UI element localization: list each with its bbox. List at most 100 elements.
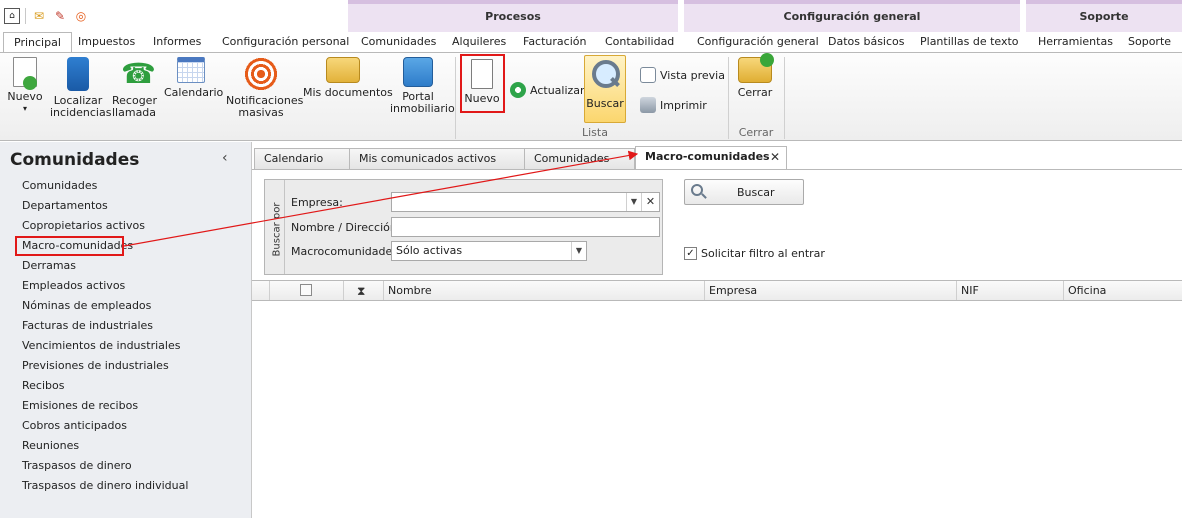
group-label-lista: Lista bbox=[582, 126, 608, 139]
mis-documentos-label: Mis documentos bbox=[303, 86, 393, 99]
tab-herramientas[interactable]: Herramientas bbox=[1038, 32, 1113, 52]
empresa-label: Empresa: bbox=[291, 196, 343, 209]
tab-facturacion[interactable]: Facturación bbox=[523, 32, 586, 52]
notificaciones-masivas-button[interactable]: Notificaciones masivas bbox=[226, 57, 303, 119]
task-icon[interactable]: ✎ bbox=[52, 8, 68, 24]
collapse-icon[interactable]: ‹ bbox=[222, 150, 228, 166]
localizar-label-2: incidencias bbox=[50, 106, 112, 119]
broadcast-icon[interactable]: ◎ bbox=[73, 8, 89, 24]
status-column[interactable]: ⧗ bbox=[344, 281, 384, 300]
sidebar-item[interactable]: Empleados activos bbox=[22, 278, 188, 298]
search-button[interactable]: Buscar bbox=[684, 179, 804, 205]
grid-body[interactable] bbox=[252, 301, 1182, 518]
column-header-nif[interactable]: NIF bbox=[957, 281, 1064, 300]
row-indicator-column bbox=[252, 281, 270, 300]
sidebar-item[interactable]: Traspasos de dinero individual bbox=[22, 478, 188, 498]
clear-icon[interactable]: ✕ bbox=[641, 193, 659, 211]
calendario-button[interactable]: Calendario bbox=[164, 57, 224, 99]
filter-side-label: Buscar por bbox=[271, 202, 283, 257]
recoger-label-2: llamada bbox=[112, 106, 157, 119]
sidebar-item[interactable]: Nóminas de empleados bbox=[22, 298, 188, 318]
tab-soporte[interactable]: Soporte bbox=[1128, 32, 1171, 52]
sidebar-item[interactable]: Vencimientos de industriales bbox=[22, 338, 188, 358]
ribbon-divider bbox=[455, 57, 456, 139]
select-column[interactable] bbox=[270, 281, 344, 300]
notificaciones-label-2: masivas bbox=[238, 106, 284, 119]
empresa-field[interactable]: ▼ ✕ bbox=[391, 192, 660, 212]
divider bbox=[25, 8, 26, 24]
actualizar-button[interactable]: Actualizar bbox=[510, 82, 585, 98]
macrocomunidades-label: Macrocomunidades: bbox=[291, 245, 402, 258]
doc-tab-calendario[interactable]: Calendario bbox=[254, 148, 351, 170]
nuevo-highlight bbox=[460, 54, 505, 113]
imprimir-button[interactable]: Imprimir bbox=[640, 97, 707, 113]
chevron-down-icon: ▾ bbox=[22, 104, 27, 113]
refresh-icon bbox=[510, 82, 526, 98]
sidebar-item[interactable]: Derramas bbox=[22, 258, 188, 278]
sidebar-list: Comunidades Departamentos Copropietarios a… bbox=[22, 178, 188, 498]
tab-plantillas-de-texto[interactable]: Plantillas de texto bbox=[920, 32, 1019, 52]
doc-tab-mis-comunicados[interactable]: Mis comunicados activos bbox=[349, 148, 526, 170]
column-header-nombre[interactable]: Nombre bbox=[384, 281, 705, 300]
recoger-llamada-button[interactable]: Recoger llamada bbox=[112, 57, 157, 119]
doc-tab-macro-label: Macro-comunidades bbox=[645, 150, 770, 163]
new-document-icon bbox=[13, 57, 37, 90]
checkmark-icon[interactable]: ✓ bbox=[684, 247, 697, 260]
buscar-label: Buscar bbox=[586, 97, 624, 110]
sidebar-item[interactable]: Facturas de industriales bbox=[22, 318, 188, 338]
vista-previa-label: Vista previa bbox=[660, 68, 725, 82]
imprimir-label: Imprimir bbox=[660, 98, 707, 112]
chevron-down-icon[interactable]: ▼ bbox=[571, 242, 586, 260]
sidebar-item[interactable]: Comunidades bbox=[22, 178, 188, 198]
localizar-incidencias-button[interactable]: Localizar incidencias bbox=[50, 57, 112, 119]
select-all-checkbox[interactable] bbox=[300, 284, 312, 296]
tab-datos-basicos[interactable]: Datos básicos bbox=[828, 32, 905, 52]
portal-label-2: inmobiliario bbox=[390, 102, 455, 115]
close-folder-icon bbox=[738, 53, 774, 83]
magnifier-icon bbox=[588, 58, 622, 92]
sidebar-item[interactable]: Emisiones de recibos bbox=[22, 398, 188, 418]
buscar-button[interactable]: Buscar bbox=[584, 55, 626, 123]
printer-icon bbox=[640, 97, 656, 113]
portal-inmobiliario-button[interactable]: Portal inmobiliario bbox=[390, 57, 455, 115]
cerrar-label: Cerrar bbox=[737, 86, 773, 99]
mis-documentos-button[interactable]: Mis documentos bbox=[303, 57, 393, 99]
phone-icon bbox=[117, 57, 156, 91]
tab-impuestos[interactable]: Impuestos bbox=[78, 32, 135, 52]
nombre-direccion-field[interactable] bbox=[391, 217, 660, 237]
sidebar-item[interactable]: Recibos bbox=[22, 378, 188, 398]
close-icon[interactable]: ✕ bbox=[770, 147, 780, 167]
grid-header: ⧗ Nombre Empresa NIF Oficina bbox=[252, 280, 1182, 301]
vista-previa-button[interactable]: Vista previa bbox=[640, 67, 725, 83]
group-label-cerrar: Cerrar bbox=[738, 126, 774, 139]
column-header-empresa[interactable]: Empresa bbox=[705, 281, 957, 300]
sidebar-item[interactable]: Previsiones de industriales bbox=[22, 358, 188, 378]
mail-icon[interactable]: ✉ bbox=[31, 8, 47, 24]
cerrar-button[interactable]: Cerrar bbox=[735, 53, 775, 99]
doc-tab-comunidades[interactable]: Comunidades bbox=[524, 148, 635, 170]
doc-tab-macro-comunidades[interactable]: Macro-comunidades ✕ bbox=[635, 146, 787, 170]
tab-informes[interactable]: Informes bbox=[153, 32, 201, 52]
calendario-label: Calendario bbox=[164, 86, 224, 99]
sidebar-item[interactable]: Copropietarios activos bbox=[22, 218, 188, 238]
tab-alquileres[interactable]: Alquileres bbox=[452, 32, 506, 52]
tab-contabilidad[interactable]: Contabilidad bbox=[605, 32, 674, 52]
column-header-oficina[interactable]: Oficina bbox=[1064, 281, 1182, 300]
app-logo-icon[interactable]: ⌂ bbox=[4, 8, 20, 24]
chevron-down-icon[interactable]: ▼ bbox=[626, 193, 641, 211]
tab-principal[interactable]: Principal bbox=[3, 32, 72, 53]
group-header-configuracion: Configuración general bbox=[684, 0, 1020, 32]
ribbon: Nuevo ▾ Localizar incidencias Recoger ll… bbox=[0, 52, 1182, 141]
sidebar-item[interactable]: Cobros anticipados bbox=[22, 418, 188, 438]
filter-side: Buscar por bbox=[265, 180, 285, 274]
tab-comunidades[interactable]: Comunidades bbox=[361, 32, 436, 52]
tab-configuracion-personal[interactable]: Configuración personal bbox=[222, 32, 349, 52]
sidebar-item[interactable]: Reuniones bbox=[22, 438, 188, 458]
tab-configuracion-general[interactable]: Configuración general bbox=[697, 32, 819, 52]
nuevo-menu-button[interactable]: Nuevo ▾ bbox=[6, 57, 44, 115]
sidebar-item[interactable]: Traspasos de dinero bbox=[22, 458, 188, 478]
macrocomunidades-select[interactable]: Sólo activas ▼ bbox=[391, 241, 587, 261]
solicitar-filtro-checkbox[interactable]: ✓ Solicitar filtro al entrar bbox=[684, 247, 825, 260]
search-button-label: Buscar bbox=[737, 186, 775, 199]
sidebar-item[interactable]: Departamentos bbox=[22, 198, 188, 218]
